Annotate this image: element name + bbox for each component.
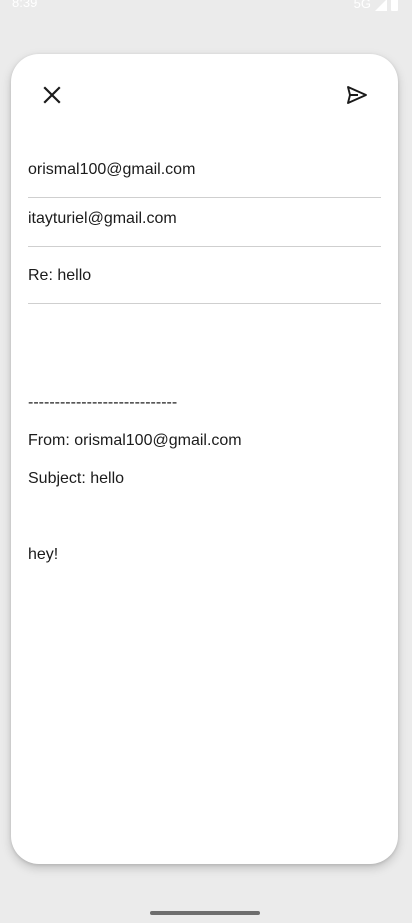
gesture-nav-handle[interactable] bbox=[150, 911, 260, 915]
to-divider bbox=[28, 246, 381, 247]
subject-field[interactable]: Re: hello bbox=[28, 266, 381, 286]
send-icon bbox=[347, 86, 367, 104]
signal-icon bbox=[375, 0, 387, 11]
status-icons: 5G bbox=[354, 0, 398, 11]
battery-icon bbox=[391, 0, 398, 11]
to-field[interactable]: itayturiel@gmail.com bbox=[28, 209, 381, 229]
network-label: 5G bbox=[353, 0, 371, 11]
from-field[interactable]: orismal100@gmail.com bbox=[28, 160, 381, 180]
close-icon bbox=[43, 86, 61, 104]
send-button[interactable] bbox=[335, 73, 379, 117]
message-body[interactable]: ---------------------------- From: orism… bbox=[28, 374, 381, 583]
compose-card: orismal100@gmail.com itayturiel@gmail.co… bbox=[11, 54, 398, 864]
close-button[interactable] bbox=[30, 73, 74, 117]
quote-from-line: From: orismal100@gmail.com bbox=[28, 432, 242, 449]
quote-message-line: hey! bbox=[28, 546, 59, 563]
subject-divider bbox=[28, 303, 381, 304]
quote-blank-line bbox=[28, 507, 381, 526]
quote-separator: ---------------------------- bbox=[28, 394, 178, 411]
from-divider bbox=[28, 197, 381, 198]
quote-subject-line: Subject: hello bbox=[28, 470, 125, 487]
status-time: 8:39 bbox=[12, 0, 38, 10]
status-bar: 8:39 5G bbox=[0, 0, 412, 14]
